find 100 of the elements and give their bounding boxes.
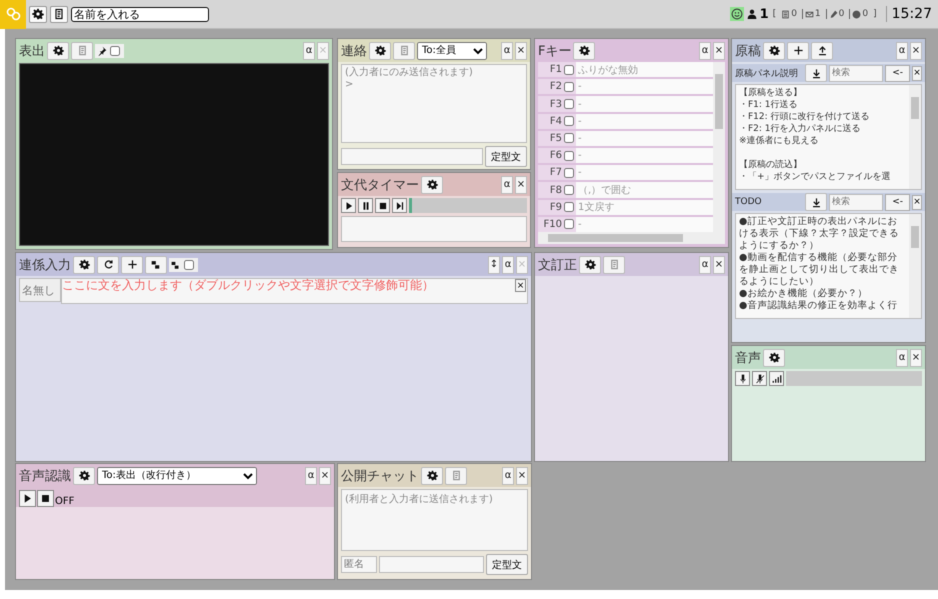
- gear-button[interactable]: [579, 256, 601, 274]
- panel-control-button[interactable]: α: [699, 256, 711, 274]
- sender-name-field[interactable]: 匿名: [341, 556, 377, 573]
- plus-button[interactable]: [787, 42, 809, 60]
- blocks-icon: [171, 260, 181, 270]
- plus-button[interactable]: [121, 256, 143, 274]
- panel-control-button[interactable]: ×: [910, 42, 922, 60]
- panel-control-button[interactable]: ×: [515, 176, 527, 194]
- scrollbar[interactable]: [909, 85, 921, 189]
- panel-control-button[interactable]: ×: [516, 466, 528, 484]
- placeholder-text: ここに文を入力します（ダブルクリックや文字選択で文字修飾可能）: [62, 279, 434, 292]
- panel-control-button[interactable]: ×: [910, 348, 922, 366]
- notes-button[interactable]: [50, 6, 68, 22]
- stop-button[interactable]: [37, 490, 54, 507]
- scrollbar[interactable]: [538, 232, 725, 244]
- panel-control-button[interactable]: α: [896, 42, 908, 60]
- pin-checkbox[interactable]: [110, 46, 120, 56]
- gear-button[interactable]: [573, 42, 596, 60]
- panel-control-button[interactable]: α: [501, 42, 513, 60]
- play-button[interactable]: [19, 490, 36, 507]
- recipient-select[interactable]: To:全員: [417, 42, 487, 60]
- gear-button[interactable]: [421, 176, 443, 194]
- close-button[interactable]: ×: [912, 66, 922, 80]
- scrollbar[interactable]: [713, 62, 725, 232]
- gear-button[interactable]: [763, 348, 785, 366]
- key-checkbox[interactable]: [564, 219, 574, 230]
- gear-button[interactable]: [73, 256, 95, 274]
- gear-icon: [52, 45, 64, 56]
- mic-button[interactable]: [735, 371, 750, 386]
- bracket: [: [772, 9, 776, 19]
- document-icon: [608, 259, 620, 270]
- function-key-label: F2: [548, 81, 562, 92]
- template-button[interactable]: 定型文: [486, 554, 528, 575]
- panel-control-button[interactable]: ↕: [488, 256, 500, 274]
- panel-control-button[interactable]: ×: [713, 256, 725, 274]
- download-button[interactable]: [805, 64, 828, 82]
- clear-button[interactable]: ×: [515, 279, 526, 292]
- panel-control-button[interactable]: ×: [319, 466, 331, 484]
- clock-time: 15:27: [886, 6, 932, 22]
- plus-icon: [792, 45, 804, 56]
- refresh-button[interactable]: [97, 256, 119, 274]
- close-button[interactable]: ×: [912, 194, 922, 210]
- panel-control-button[interactable]: α: [699, 42, 711, 60]
- name-button[interactable]: 名無し: [19, 278, 61, 302]
- stop-icon: [40, 493, 51, 504]
- panel-control-button[interactable]: α: [896, 348, 908, 366]
- panel-control-button[interactable]: α: [502, 256, 514, 274]
- download-button[interactable]: [805, 193, 828, 211]
- target-select[interactable]: To:表出（改行付き）: [97, 466, 257, 484]
- key-checkbox[interactable]: [564, 82, 574, 92]
- settings-icon: [32, 8, 44, 20]
- gear-button[interactable]: [763, 42, 785, 60]
- text-line: 【原稿を送る】: [739, 87, 803, 99]
- text-input-field[interactable]: ここに文を入力します（ダブルクリックや文字選択で文字修飾可能） ×: [61, 278, 528, 304]
- panel-control-button[interactable]: α: [305, 466, 317, 484]
- gear-button[interactable]: [73, 466, 95, 484]
- name-field[interactable]: 名前を入れる: [71, 6, 209, 22]
- panel-control-button[interactable]: ×: [515, 42, 527, 60]
- mic-icon: [738, 374, 748, 384]
- stop-button[interactable]: [375, 198, 390, 213]
- message-field[interactable]: [341, 148, 483, 165]
- panel-control-button[interactable]: α: [501, 176, 513, 194]
- panel-control-button[interactable]: ×: [713, 42, 725, 60]
- blocks-icon: [150, 259, 162, 270]
- search-field[interactable]: 検索: [829, 194, 884, 210]
- scrollbar[interactable]: [909, 214, 921, 318]
- key-checkbox[interactable]: [564, 168, 574, 178]
- key-checkbox[interactable]: [564, 150, 574, 161]
- link-checkbox[interactable]: [184, 260, 194, 270]
- plus-icon: [126, 259, 138, 270]
- back-button[interactable]: <-: [885, 64, 910, 82]
- function-key-label: F4: [548, 116, 562, 127]
- key-checkbox[interactable]: [564, 202, 574, 212]
- download-icon: [810, 68, 822, 78]
- mail-icon: [804, 10, 814, 18]
- play-button[interactable]: [341, 198, 356, 213]
- muted-mic-button[interactable]: [752, 371, 767, 386]
- template-button[interactable]: 定型文: [485, 146, 527, 167]
- back-button[interactable]: <-: [885, 194, 910, 210]
- gear-button[interactable]: [421, 466, 443, 484]
- signal-button[interactable]: [769, 371, 784, 386]
- key-checkbox[interactable]: [564, 133, 574, 144]
- panel-control-button[interactable]: α: [502, 466, 514, 484]
- chat-message-field[interactable]: (利用者と入力者に送信されます): [341, 489, 528, 551]
- upload-button[interactable]: [811, 42, 833, 60]
- panel-control-button[interactable]: α: [303, 42, 315, 60]
- key-checkbox[interactable]: [564, 185, 574, 196]
- settings-button[interactable]: [29, 6, 47, 22]
- pause-button[interactable]: [358, 198, 373, 213]
- chat-input-field[interactable]: [379, 556, 484, 573]
- skip-button[interactable]: [392, 198, 407, 213]
- search-field[interactable]: 検索: [829, 64, 884, 82]
- key-checkbox[interactable]: [564, 64, 574, 75]
- gear-button[interactable]: [369, 42, 391, 60]
- panel-title: 音声認識: [19, 468, 71, 484]
- text-line: ●音声認識結果の修正を効率よく行: [739, 300, 898, 312]
- key-checkbox[interactable]: [564, 99, 574, 109]
- gear-button[interactable]: [47, 42, 69, 60]
- blocks-button[interactable]: [145, 256, 167, 274]
- key-checkbox[interactable]: [564, 116, 574, 126]
